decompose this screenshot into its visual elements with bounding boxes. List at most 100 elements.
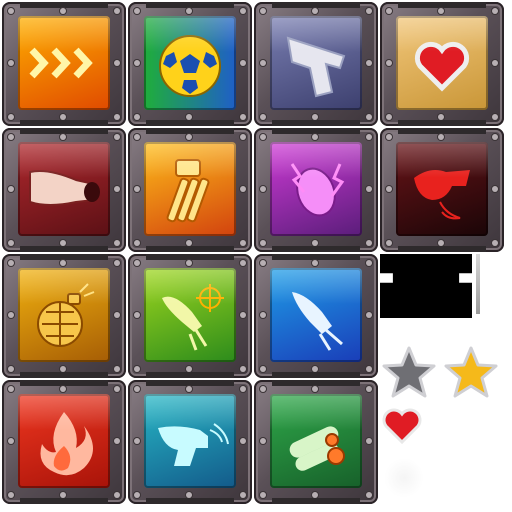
rivet [386, 134, 392, 140]
rivet [240, 60, 246, 66]
rivet [386, 186, 392, 192]
triple-chevron-icon [29, 47, 93, 79]
rivet [134, 312, 140, 318]
rivet [186, 8, 192, 14]
rivet [312, 260, 318, 266]
drill-horn-icon [414, 170, 470, 220]
rivet [8, 114, 14, 120]
rivet [492, 186, 498, 192]
rivet [134, 438, 140, 444]
rivet [240, 186, 246, 192]
flame-icon [40, 412, 93, 476]
rivet [134, 114, 140, 120]
rivet [260, 134, 266, 140]
rivet [386, 114, 392, 120]
soccer-ball-icon [159, 35, 221, 97]
powerup-shells-tile[interactable] [254, 380, 378, 504]
powerup-speed-tile[interactable] [2, 2, 126, 126]
rivet [60, 386, 66, 392]
powerup-shock-tile[interactable] [254, 128, 378, 252]
minigun-face [144, 142, 236, 236]
shell-cartridges-icon [289, 426, 345, 471]
rivet [8, 8, 14, 14]
rivet [60, 114, 66, 120]
rivet [134, 386, 140, 392]
powerup-grenade-tile[interactable] [2, 254, 126, 378]
rivet [186, 240, 192, 246]
freeze-ray-icon [158, 423, 229, 466]
rivet [8, 438, 14, 444]
rivet [8, 492, 14, 498]
rivet [366, 492, 372, 498]
star-filled-icon [444, 346, 498, 398]
rivet [8, 386, 14, 392]
rivet [386, 8, 392, 14]
powerup-fire-tile[interactable] [2, 380, 126, 504]
drill-face [396, 142, 488, 236]
rivet [492, 8, 498, 14]
grenade-face [18, 268, 110, 362]
rivet [366, 366, 372, 372]
rivet [240, 366, 246, 372]
rivet [186, 492, 192, 498]
pistol-face [270, 16, 362, 110]
rivet [312, 492, 318, 498]
rivet [114, 134, 120, 140]
rivet [114, 240, 120, 246]
rocket-icon [292, 292, 343, 351]
rivet [60, 260, 66, 266]
grenade-icon [37, 283, 95, 347]
powerup-homing-tile[interactable] [128, 254, 252, 378]
powerup-minigun-tile[interactable] [128, 128, 252, 252]
rivet [240, 260, 246, 266]
powerup-pistol-tile[interactable] [254, 2, 378, 126]
powerup-freeze-tile[interactable] [128, 380, 252, 504]
rivet [114, 492, 120, 498]
rivet [438, 8, 444, 14]
rivet [260, 260, 266, 266]
rivet [386, 240, 392, 246]
powerup-drill-tile[interactable] [380, 128, 504, 252]
cannon-face [18, 142, 110, 236]
star-empty-icon [382, 346, 436, 398]
rivet [260, 366, 266, 372]
shock-face [270, 142, 362, 236]
gatling-gun-icon [166, 159, 210, 223]
powerup-rocket-tile[interactable] [254, 254, 378, 378]
rivet [240, 492, 246, 498]
heart-icon [382, 408, 422, 445]
rivet [366, 186, 372, 192]
powerup-health-tile[interactable] [380, 2, 504, 126]
rivet [134, 492, 140, 498]
powerup-cannon-tile[interactable] [2, 128, 126, 252]
rivet [114, 386, 120, 392]
rivet [438, 134, 444, 140]
cannon-icon [29, 170, 100, 206]
rivet [186, 386, 192, 392]
rivet [312, 134, 318, 140]
rivet [186, 260, 192, 266]
rivet [240, 386, 246, 392]
rivet [366, 386, 372, 392]
rivet [134, 260, 140, 266]
rivet [260, 240, 266, 246]
rivet [8, 312, 14, 318]
rivet [260, 60, 266, 66]
rivet [260, 386, 266, 392]
rivet [134, 186, 140, 192]
rivet [114, 8, 120, 14]
rivet [114, 366, 120, 372]
pistol-icon [286, 36, 346, 98]
rivet [8, 60, 14, 66]
rocket-face [270, 268, 362, 362]
rivet [438, 114, 444, 120]
rivet [186, 366, 192, 372]
rivet [60, 366, 66, 372]
rivet [186, 134, 192, 140]
rivet [260, 312, 266, 318]
rivet [366, 312, 372, 318]
rivet [114, 60, 120, 66]
rivet [8, 366, 14, 372]
rivet [114, 114, 120, 120]
powerup-soccer-tile[interactable] [128, 2, 252, 126]
